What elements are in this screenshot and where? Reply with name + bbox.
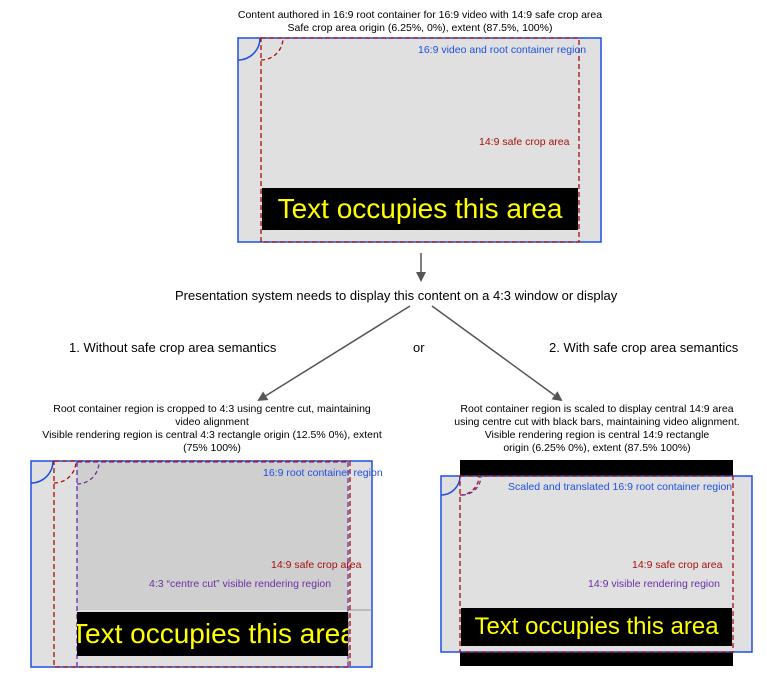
right-caption-line1: Root container region is scaled to displ… xyxy=(460,403,734,415)
presentation-text: Presentation system needs to display thi… xyxy=(175,288,618,303)
top-caption-line1: Content authored in 16:9 root container … xyxy=(237,9,603,21)
top-caption-line2: Safe crop area origin (6.25%, 0%), exten… xyxy=(287,22,553,34)
top-text-area: Text occupies this area xyxy=(262,188,578,230)
left-caption-line3: Visible rendering region is central 4:3 … xyxy=(42,429,382,441)
top-root-label: 16:9 video and root container region xyxy=(418,44,587,56)
right-branch-arrow xyxy=(431,305,563,402)
right-caption-line2: using centre cut with black bars, mainta… xyxy=(454,416,740,428)
left-text-area: Text occupies this area xyxy=(77,618,348,649)
right-caption-line3: Visible rendering region is central 14:9… xyxy=(484,429,710,441)
left-root-label: 16:9 root container region xyxy=(263,467,383,479)
right-visible-label: 14:9 visible rendering region xyxy=(588,578,720,590)
left-branch-arrow xyxy=(257,305,411,402)
top-safe-label: 14:9 safe crop area xyxy=(479,136,570,148)
left-caption-line2: video alignment xyxy=(175,416,249,428)
right-text-area: Text occupies this area xyxy=(461,608,732,646)
right-root-label: Scaled and translated 16:9 root containe… xyxy=(508,481,733,493)
right-caption: Root container region is scaled to displ… xyxy=(432,403,762,455)
option2-label: 2. With safe crop area semantics xyxy=(549,340,739,355)
left-caption-line4: (75% 100%) xyxy=(183,442,241,454)
right-caption-line4: origin (6.25% 0%), extent (87.5% 100%) xyxy=(503,442,691,454)
left-caption-line1: Root container region is cropped to 4:3 … xyxy=(53,403,371,415)
right-safe-label: 14:9 safe crop area xyxy=(632,559,723,571)
option1-label: 1. Without safe crop area semantics xyxy=(69,340,277,355)
or-label: or xyxy=(413,340,425,355)
left-text-area-clip: Text occupies this area xyxy=(77,612,348,656)
left-safe-label: 14:9 safe crop area xyxy=(271,559,362,571)
left-caption: Root container region is cropped to 4:3 … xyxy=(22,403,402,455)
diagram-graphics xyxy=(30,37,753,668)
left-visible-label: 4:3 “centre cut” visible rendering regio… xyxy=(149,578,332,590)
top-caption: Content authored in 16:9 root container … xyxy=(120,9,720,35)
